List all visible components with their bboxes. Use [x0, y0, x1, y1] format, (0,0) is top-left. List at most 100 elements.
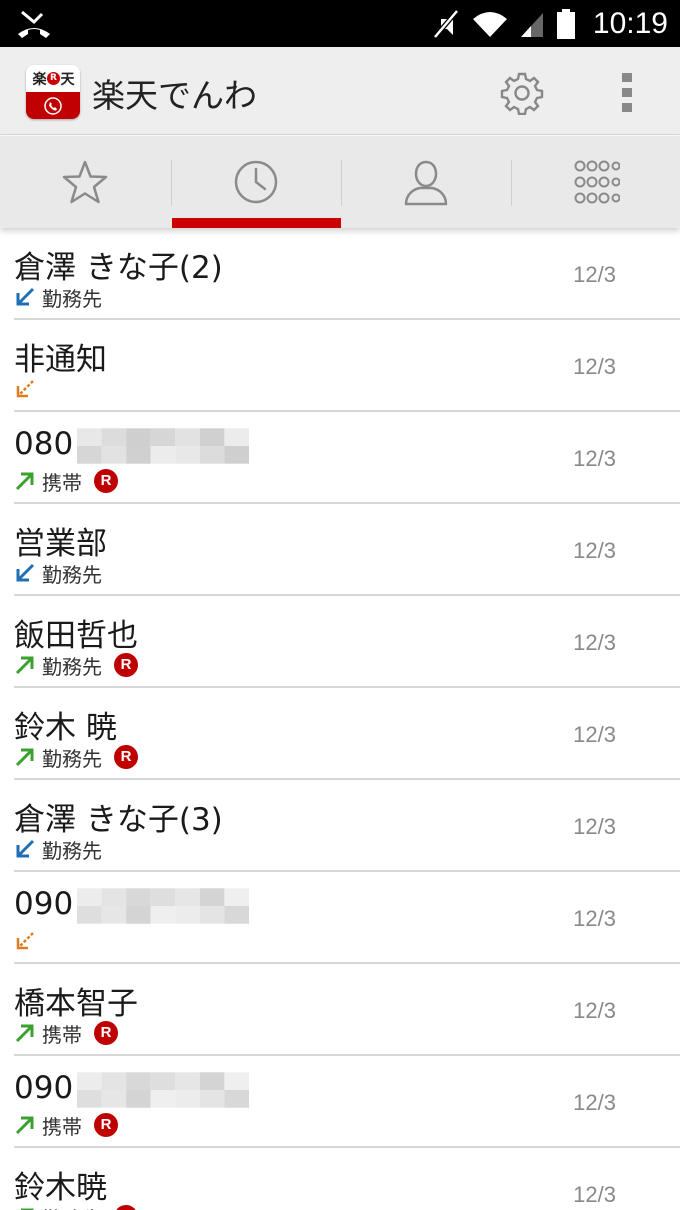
caller-name-text: 倉澤 きな子(3) — [14, 802, 223, 838]
caller-name: 090 — [14, 886, 250, 924]
number-type-label: 携帯 — [42, 1022, 82, 1047]
masked-number — [77, 427, 250, 464]
logo-r-badge: R — [46, 72, 60, 85]
caller-name-text: 鈴木暁 — [14, 1170, 107, 1206]
clock-icon — [234, 160, 278, 204]
call-detail: 勤務先 R — [14, 652, 138, 679]
signal-icon — [520, 12, 543, 37]
logo-text-right: 天 — [60, 71, 75, 88]
call-list-item[interactable]: 営業部 勤務先 12/3 — [0, 504, 680, 596]
rakuten-badge-icon: R — [94, 469, 118, 493]
call-list-item[interactable]: 090 12/3 — [0, 872, 680, 964]
caller-name: 橋本智子 — [14, 978, 138, 1023]
call-date: 12/3 — [573, 538, 616, 563]
call-history-list[interactable]: 倉澤 きな子(2) 勤務先 12/3 非通知 12/3 080 携帯 R 12/3 営業部 勤務先 1… — [0, 228, 680, 1210]
call-date: 12/3 — [573, 906, 616, 931]
outgoing-call-icon — [15, 748, 34, 767]
caller-name-text: 橋本智子 — [14, 986, 138, 1022]
tab-favorites[interactable] — [0, 136, 170, 228]
outgoing-call-icon — [15, 656, 34, 675]
app-logo[interactable]: 楽 R 天 — [26, 65, 80, 119]
call-list-item[interactable]: 080 携帯 R 12/3 — [0, 412, 680, 504]
call-date: 12/3 — [573, 1090, 616, 1115]
call-detail — [14, 928, 36, 954]
rakuten-badge-icon: R — [94, 1021, 118, 1045]
tab-bar — [0, 136, 680, 228]
person-icon — [404, 160, 448, 206]
caller-name-text: 090 — [14, 886, 74, 922]
caller-name: 鈴木 暁 — [14, 702, 117, 747]
call-list-item[interactable]: 鈴木 暁勤務先 R 12/3 — [0, 688, 680, 780]
call-list-item[interactable]: 鈴木暁勤務先 R 12/3 — [0, 1148, 680, 1210]
tab-dialpad[interactable] — [511, 136, 680, 228]
call-detail: 携帯 R — [14, 1112, 118, 1139]
number-type-label: 勤務先 — [42, 838, 102, 863]
call-date: 12/3 — [573, 1182, 616, 1207]
star-icon — [62, 160, 108, 204]
caller-name-text: 非通知 — [14, 342, 107, 378]
call-detail — [14, 376, 36, 402]
number-type-label: 勤務先 — [42, 1203, 102, 1210]
status-bar: 10:19 — [0, 0, 680, 47]
action-bar: 楽 R 天 楽天でんわ — [0, 47, 680, 135]
rakuten-badge-icon: R — [114, 745, 138, 769]
caller-name: 営業部 — [14, 518, 107, 563]
caller-name-text: 鈴木 暁 — [14, 710, 117, 746]
outgoing-call-icon — [21, 1208, 34, 1210]
call-date: 12/3 — [573, 998, 616, 1023]
call-list-item[interactable]: 倉澤 きな子(2) 勤務先 12/3 — [0, 228, 680, 320]
call-detail: 勤務先 R — [14, 1204, 138, 1210]
number-type-label: 勤務先 — [42, 746, 102, 771]
call-detail: 勤務先 R — [14, 744, 138, 771]
call-detail: 携帯 R — [14, 468, 118, 495]
dialpad-icon — [574, 160, 620, 204]
call-list-item[interactable]: 090 携帯 R 12/3 — [0, 1056, 680, 1148]
caller-name: 090 — [14, 1070, 250, 1108]
outgoing-call-icon — [15, 1116, 34, 1135]
call-list-item[interactable]: 飯田哲也 勤務先 R 12/3 — [0, 596, 680, 688]
call-detail: 勤務先 — [14, 560, 102, 587]
missed-call-icon — [16, 380, 34, 398]
call-date: 12/3 — [573, 722, 616, 747]
caller-name: 鈴木暁 — [14, 1162, 107, 1207]
call-detail: 携帯 R — [14, 1020, 118, 1047]
call-date: 12/3 — [573, 354, 616, 379]
phone-icon — [44, 96, 62, 115]
wifi-icon — [472, 11, 507, 37]
call-detail: 勤務先 — [14, 284, 102, 311]
caller-name: 飯田哲也 — [14, 610, 138, 655]
app-title: 楽天でんわ — [92, 76, 257, 115]
call-date: 12/3 — [573, 446, 616, 471]
caller-name-text: 倉澤 きな子(2) — [14, 250, 223, 286]
call-list-item[interactable]: 倉澤 きな子(3) 勤務先 12/3 — [0, 780, 680, 872]
caller-name-text: 080 — [14, 426, 74, 462]
number-type-label: 携帯 — [42, 470, 82, 495]
outgoing-call-icon — [15, 1024, 34, 1043]
overflow-menu-icon[interactable] — [612, 71, 642, 115]
battery-icon — [556, 8, 575, 39]
tab-contacts[interactable] — [341, 136, 511, 228]
status-icons: 10:19 — [431, 0, 668, 47]
tab-history[interactable] — [171, 136, 341, 228]
call-list-item[interactable]: 橋本智子 携帯 R 12/3 — [0, 964, 680, 1056]
caller-name-text: 飯田哲也 — [14, 618, 138, 654]
number-type-label: 勤務先 — [42, 286, 102, 311]
caller-name-text: 090 — [14, 1070, 74, 1106]
missed-call-icon — [16, 932, 34, 950]
clock-time: 10:19 — [592, 6, 668, 40]
incoming-call-icon — [16, 563, 35, 582]
call-date: 12/3 — [573, 814, 616, 839]
outgoing-call-icon — [15, 472, 34, 491]
call-date: 12/3 — [573, 630, 616, 655]
masked-number — [77, 1071, 250, 1108]
caller-name: 倉澤 きな子(2) — [14, 242, 223, 287]
missed-call-notification-icon — [18, 10, 50, 38]
gear-icon[interactable] — [500, 71, 544, 115]
call-list-item[interactable]: 非通知 12/3 — [0, 320, 680, 412]
caller-name: 非通知 — [14, 334, 107, 379]
mute-icon — [433, 8, 459, 39]
incoming-call-icon — [16, 839, 35, 858]
rakuten-badge-icon: R — [114, 653, 138, 677]
call-date: 12/3 — [573, 262, 616, 287]
caller-name: 080 — [14, 426, 250, 464]
